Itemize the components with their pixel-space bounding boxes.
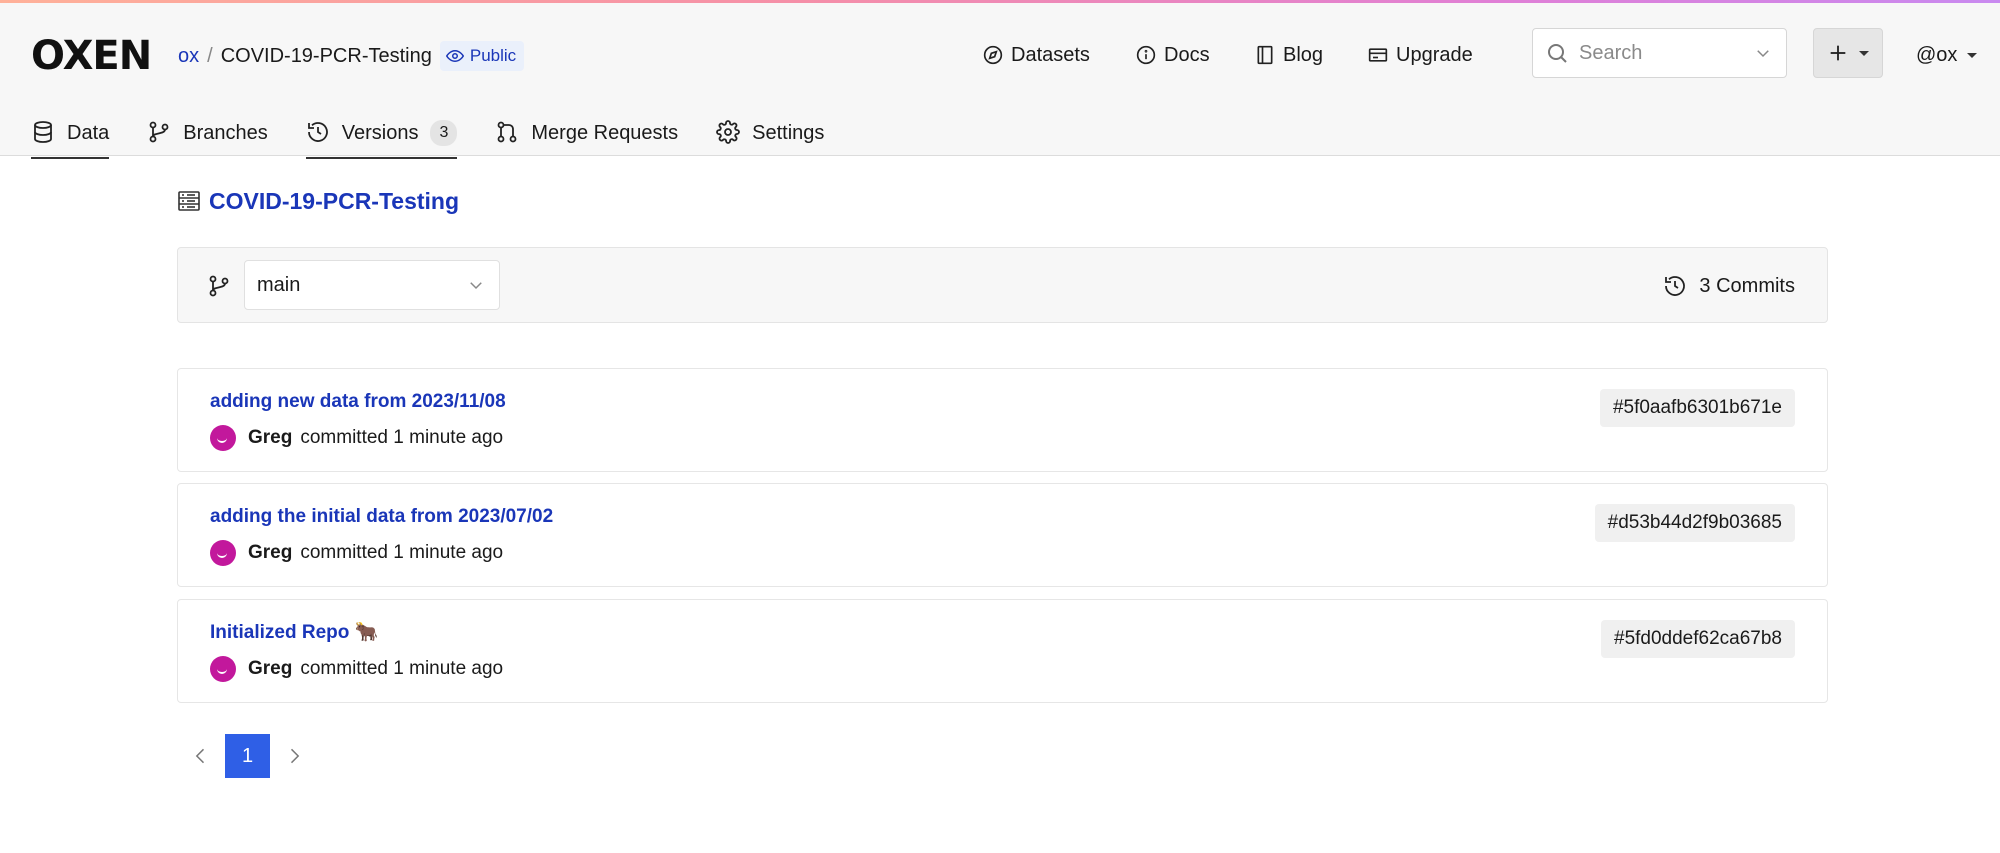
commit-hash-link[interactable]: #5fd0ddef62ca67b8	[1601, 620, 1795, 658]
repo-tabs: Data Branches Versions 3 Merge Requests …	[31, 116, 862, 159]
nav-upgrade-link[interactable]: Upgrade	[1368, 41, 1473, 69]
avatar	[210, 425, 236, 451]
info-icon	[1136, 45, 1156, 65]
tab-branches[interactable]: Branches	[147, 116, 268, 159]
branch-bar: main 3 Commits	[177, 247, 1828, 323]
nav-datasets-link[interactable]: Datasets	[983, 41, 1090, 69]
commits-count-label: 3 Commits	[1699, 275, 1795, 297]
history-icon	[307, 122, 328, 142]
tab-settings[interactable]: Settings	[716, 116, 824, 159]
commit-time: committed 1 minute ago	[300, 542, 504, 563]
commit-message-link[interactable]: Initialized Repo 🐂	[210, 620, 378, 646]
branch-icon	[149, 121, 169, 143]
chevron-left-icon	[195, 748, 205, 764]
commit-hash-link[interactable]: #5f0aafb6301b671e	[1599, 389, 1795, 427]
header: OXEN ox / COVID-19-PCR-Testing Public Da…	[0, 3, 2000, 159]
commit-author: Greg	[248, 658, 293, 679]
nav-blog-label: Blog	[1283, 44, 1324, 66]
commits-count-link[interactable]: 3 Commits	[1663, 272, 1795, 300]
commit-time: committed 1 minute ago	[300, 427, 504, 448]
tab-settings-label: Settings	[752, 122, 825, 144]
commit-time: committed 1 minute ago	[300, 658, 504, 679]
commit-row: adding new data from 2023/11/08 Greg com…	[177, 368, 1828, 472]
avatar	[210, 540, 236, 566]
breadcrumb-separator: /	[207, 45, 213, 67]
commit-message-link[interactable]: adding the initial data from 2023/07/02	[210, 504, 553, 530]
versions-count-badge: 3	[430, 120, 458, 146]
chevron-down-icon[interactable]	[1754, 44, 1772, 62]
gear-icon	[716, 120, 740, 144]
commit-author: Greg	[248, 542, 293, 563]
tab-merge-requests[interactable]: Merge Requests	[495, 116, 678, 159]
tab-merge-requests-label: Merge Requests	[531, 122, 679, 144]
user-menu[interactable]: @ox	[1916, 41, 1978, 69]
branch-select[interactable]: main	[244, 260, 500, 310]
search-input[interactable]: Search	[1532, 28, 1787, 78]
create-new-button[interactable]	[1813, 28, 1883, 78]
breadcrumb-owner-link[interactable]: ox	[178, 42, 199, 70]
commit-message-link[interactable]: adding new data from 2023/11/08	[210, 389, 506, 415]
repo-title-text: COVID-19-PCR-Testing	[209, 188, 460, 214]
caret-down-icon	[1967, 52, 1978, 58]
page-number-button[interactable]: 1	[225, 734, 270, 778]
tab-data[interactable]: Data	[31, 116, 110, 159]
merge-request-icon	[497, 121, 517, 143]
commit-row: Initialized Repo 🐂 Greg committed 1 minu…	[177, 599, 1828, 703]
tab-versions[interactable]: Versions 3	[305, 116, 458, 159]
branch-select-value: main	[257, 273, 301, 296]
search-icon	[1548, 44, 1567, 63]
oxen-logo[interactable]: OXEN	[31, 33, 152, 79]
commit-row: adding the initial data from 2023/07/02 …	[177, 483, 1828, 587]
visibility-badge: Public	[439, 41, 525, 71]
chevron-down-icon	[470, 282, 482, 290]
tab-branches-label: Branches	[183, 122, 268, 144]
tab-data-label: Data	[67, 122, 110, 144]
nav-docs-label: Docs	[1164, 44, 1210, 66]
caret-down-icon	[1859, 50, 1869, 56]
eye-icon	[445, 49, 464, 63]
previous-page-button[interactable]	[177, 734, 225, 778]
breadcrumb-repo-link[interactable]: COVID-19-PCR-Testing	[221, 42, 432, 70]
compass-icon	[983, 45, 1003, 65]
server-icon	[178, 191, 200, 211]
commit-meta: Greg committed 1 minute ago	[210, 425, 503, 451]
visibility-label: Public	[469, 46, 517, 65]
chevron-right-icon	[290, 748, 300, 764]
commit-author: Greg	[248, 427, 293, 448]
book-icon	[1257, 45, 1273, 65]
history-icon	[1665, 276, 1686, 296]
tab-versions-label: Versions	[341, 122, 419, 144]
breadcrumb: ox / COVID-19-PCR-Testing Public	[178, 41, 525, 71]
plus-icon	[1830, 45, 1846, 61]
nav-upgrade-label: Upgrade	[1396, 44, 1473, 66]
nav-docs-link[interactable]: Docs	[1136, 41, 1210, 69]
commit-hash-link[interactable]: #d53b44d2f9b03685	[1594, 504, 1795, 542]
search-placeholder: Search	[1579, 41, 1643, 64]
commit-meta: Greg committed 1 minute ago	[210, 540, 503, 566]
card-icon	[1368, 48, 1388, 62]
next-page-button[interactable]	[270, 734, 318, 778]
nav-blog-link[interactable]: Blog	[1255, 41, 1323, 69]
nav-datasets-label: Datasets	[1011, 44, 1090, 66]
pagination: 1	[177, 734, 318, 778]
username: @ox	[1916, 44, 1958, 66]
repo-title-link[interactable]: COVID-19-PCR-Testing	[177, 186, 459, 216]
branch-icon	[209, 275, 229, 297]
avatar	[210, 656, 236, 682]
commit-meta: Greg committed 1 minute ago	[210, 656, 503, 682]
database-icon	[34, 121, 52, 143]
